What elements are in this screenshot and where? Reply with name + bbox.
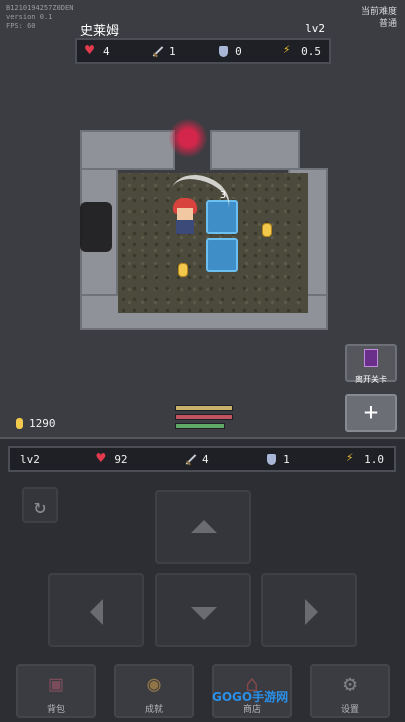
debug-id: B1210194257Z0DEN [6, 4, 74, 12]
menu-achievements-label: 成就 [144, 705, 163, 715]
arrow-right-icon [305, 599, 318, 625]
spellbook-icon [364, 349, 378, 367]
exit-door[interactable] [168, 118, 208, 158]
shield-icon [265, 453, 278, 466]
dpad-right-button[interactable] [261, 573, 357, 647]
sword-icon [151, 45, 164, 58]
player-speed-stat: 1.0 [346, 450, 384, 466]
difficulty-indicator: 当前难度 普通 [361, 6, 397, 30]
enemy-hp-value: 4 [103, 44, 110, 58]
refresh-icon: ↻ [33, 494, 47, 518]
water-block[interactable] [206, 238, 238, 272]
difficulty-value: 普通 [378, 19, 397, 29]
player-status-bars [175, 405, 233, 432]
enemy-speed-stat: 0.5 [283, 42, 321, 58]
player-defense-value: 1 [283, 452, 290, 466]
menu-backpack-button[interactable]: ▣ 背包 [16, 664, 96, 718]
enemy-defense-stat: 0 [217, 45, 242, 58]
coin-pickup[interactable] [178, 263, 188, 277]
enemy-speed-value: 0.5 [301, 44, 321, 58]
menu-settings-label: 设置 [340, 705, 359, 715]
enemy-stat-bar: 4 1 0 0.5 [75, 38, 331, 64]
energy-bar [175, 405, 233, 411]
wall-top-left [80, 130, 175, 170]
player-hp-value: 92 [114, 452, 128, 466]
player-attack-value: 4 [202, 452, 209, 466]
dungeon-room[interactable]: 3 [70, 118, 340, 338]
medal-icon: ◉ [147, 672, 161, 697]
backpack-icon: ▣ [49, 672, 63, 697]
arrow-up-icon [191, 520, 217, 533]
player-hp-stat: 92 [96, 449, 128, 467]
wall-top-right [210, 130, 300, 170]
player-level: lv2 [20, 452, 40, 466]
gold-counter: 1290 [16, 417, 56, 430]
enemy-defense-value: 0 [235, 44, 242, 58]
lightning-icon [346, 450, 359, 466]
gear-icon: ⚙ [343, 672, 357, 697]
health-bar [175, 414, 233, 420]
dpad-left-button[interactable] [48, 573, 144, 647]
stamina-bar [175, 423, 225, 429]
damage-number: 3 [220, 190, 227, 201]
leave-level-label: 离开关卡 [355, 375, 387, 384]
add-button[interactable]: + [345, 394, 397, 432]
arrow-left-icon [90, 599, 103, 625]
watermark-logo: GOGO手游网 [212, 690, 289, 704]
enemy-attack-stat: 1 [151, 45, 176, 58]
leave-level-button[interactable]: 离开关卡 [345, 344, 397, 384]
gold-value: 1290 [29, 417, 56, 430]
debug-version: version 0.1 [6, 13, 53, 21]
player-stat-bar: lv2 92 4 1 1.0 [8, 446, 396, 472]
difficulty-label: 当前难度 [360, 7, 397, 17]
arrow-down-icon [191, 607, 217, 620]
heart-icon [85, 41, 98, 59]
heart-icon [96, 449, 109, 467]
sword-icon [184, 453, 197, 466]
debug-info: B1210194257Z0DEN version 0.1 FPS: 60 [6, 4, 73, 31]
debug-fps: FPS: 60 [6, 22, 36, 30]
menu-achievements-button[interactable]: ◉ 成就 [114, 664, 194, 718]
player-defense-stat: 1 [265, 453, 290, 466]
enemy-level: lv2 [305, 22, 325, 35]
refresh-button[interactable]: ↻ [22, 487, 58, 523]
dpad-up-button[interactable] [155, 490, 251, 564]
dpad-down-button[interactable] [155, 573, 251, 647]
menu-backpack-label: 背包 [46, 705, 65, 715]
coin-icon [16, 418, 23, 429]
enemy-name: 史莱姆 [80, 24, 120, 39]
shadow-enemy[interactable] [80, 202, 112, 252]
coin-pickup[interactable] [262, 223, 272, 237]
enemy-attack-value: 1 [169, 44, 176, 58]
lightning-icon [283, 42, 296, 58]
enemy-hp-stat: 4 [85, 41, 110, 59]
shield-icon [217, 45, 230, 58]
player-attack-stat: 4 [184, 453, 209, 466]
player-speed-value: 1.0 [364, 452, 384, 466]
menu-settings-button[interactable]: ⚙ 设置 [310, 664, 390, 718]
